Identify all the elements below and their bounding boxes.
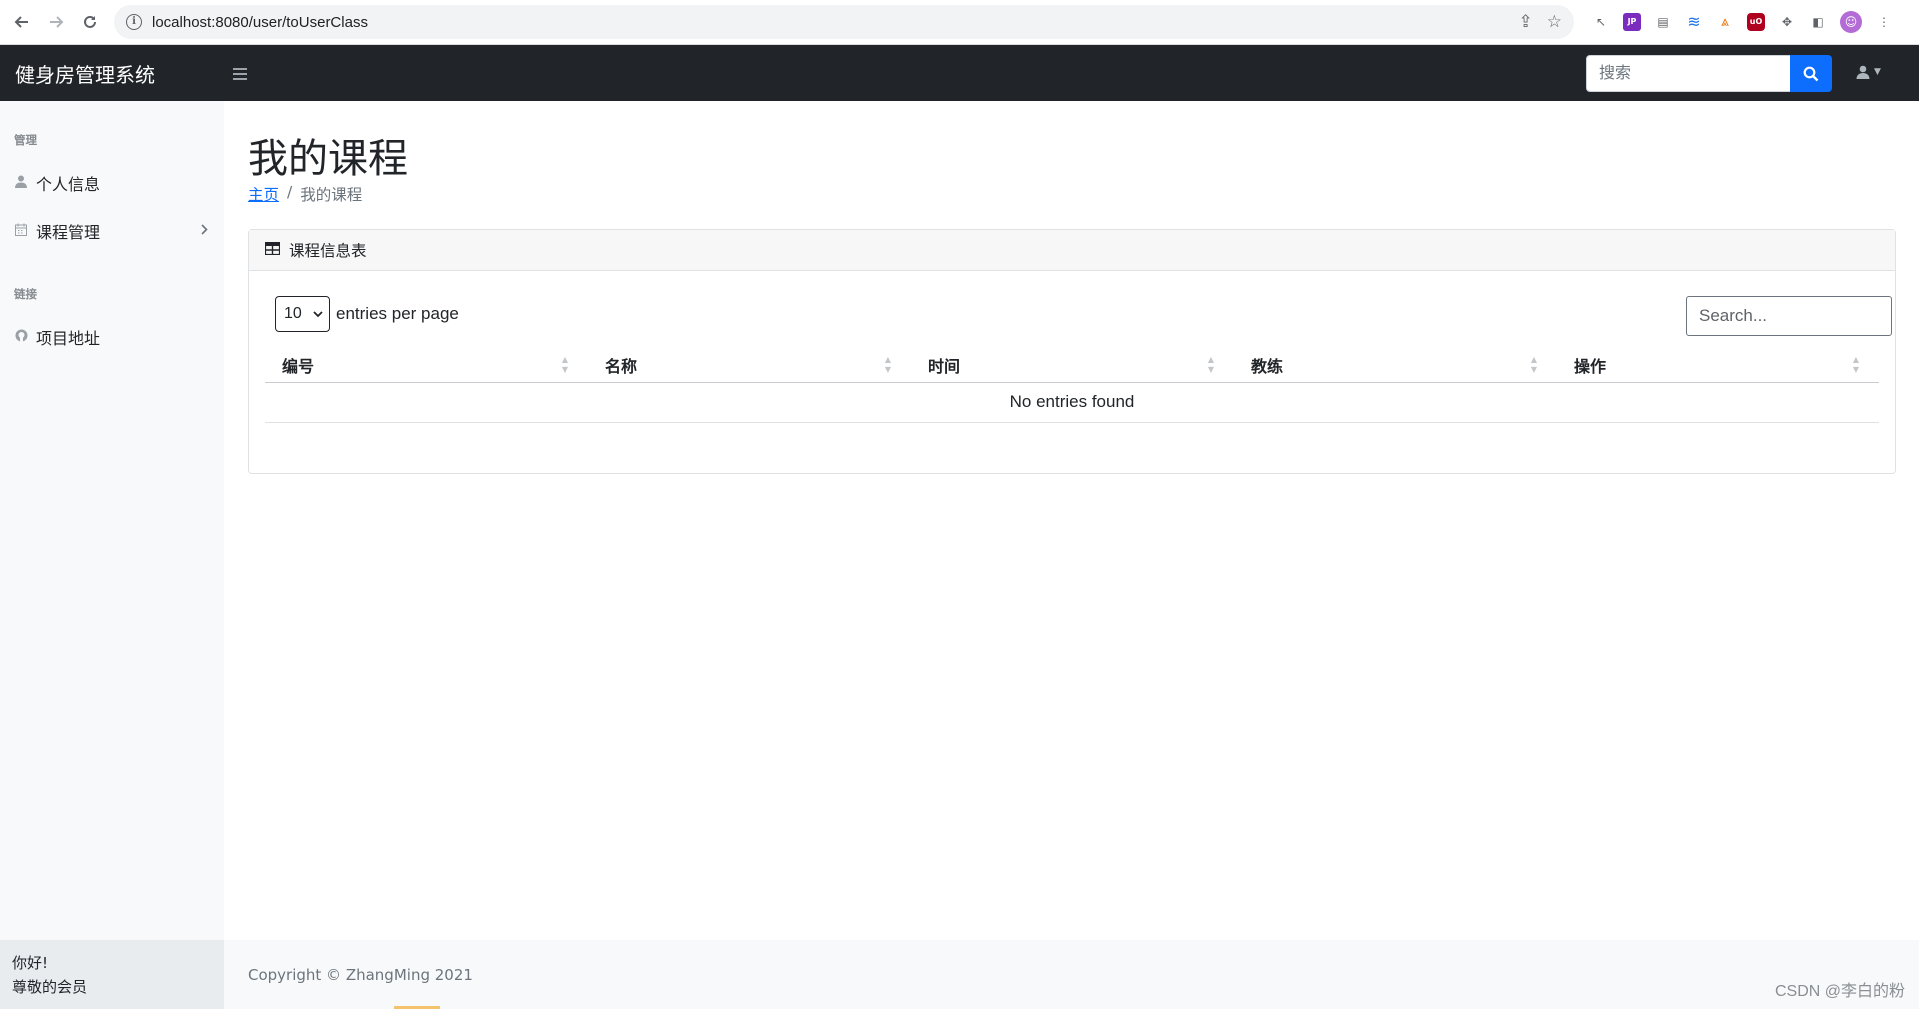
- column-header-time[interactable]: 时间 ▲ ▼: [911, 348, 1234, 383]
- navbar-search: [1586, 55, 1832, 92]
- breadcrumb-home-link[interactable]: 主页: [248, 183, 279, 205]
- sidebar-item-label: 课程管理: [36, 223, 101, 242]
- jetbrains-extension-icon[interactable]: JP: [1623, 13, 1641, 31]
- sidebar-item-label: 项目地址: [36, 329, 101, 348]
- sidebar-item-project-url[interactable]: 项目地址: [0, 317, 224, 357]
- chevron-right-icon: [201, 223, 208, 239]
- sort-icon: ▲ ▼: [1852, 355, 1859, 374]
- back-button[interactable]: [8, 8, 36, 36]
- entries-per-page-select[interactable]: 10: [275, 296, 330, 332]
- entries-per-page-control: 10 entries per page: [275, 296, 459, 332]
- mountain-extension-icon[interactable]: ⩓: [1716, 13, 1734, 31]
- navbar-search-button[interactable]: [1790, 55, 1832, 92]
- breadcrumb-separator: /: [287, 183, 293, 201]
- sort-icon: ▲ ▼: [1207, 355, 1214, 374]
- watermark: CSDN @李白的粉: [1774, 983, 1905, 1000]
- column-header-actions[interactable]: 操作 ▲ ▼: [1557, 348, 1879, 383]
- profile-avatar-icon[interactable]: ☺: [1840, 11, 1862, 33]
- column-header-label: 教练: [1251, 356, 1284, 376]
- sort-icon: ▲ ▼: [1530, 355, 1537, 374]
- card-header: 课程信息表: [249, 230, 1895, 271]
- column-header-label: 编号: [282, 356, 315, 376]
- page-title: 我的课程: [248, 137, 408, 181]
- table-row-empty: No entries found: [265, 382, 1879, 423]
- course-table: 编号 ▲ ▼ 名称 ▲ ▼ 时间 ▲ ▼ 教练 ▲ ▼ 操作 ▲ ▼ No en…: [265, 348, 1879, 423]
- brand-title[interactable]: 健身房管理系统: [15, 59, 155, 88]
- entries-value: 10: [284, 305, 302, 322]
- card-title: 课程信息表: [289, 242, 367, 260]
- url-text: localhost:8080/user/toUserClass: [152, 13, 368, 31]
- navbar-search-input[interactable]: [1586, 55, 1790, 92]
- caret-down-icon: ▼: [1874, 67, 1881, 77]
- calendar-icon: [14, 223, 28, 240]
- table-search-input[interactable]: [1686, 296, 1892, 336]
- top-navbar: 健身房管理系统 ▼: [0, 45, 1919, 101]
- course-table-card: 课程信息表 10 entries per page 编号 ▲▼ 名称 ▲▼: [248, 229, 1896, 474]
- share-icon[interactable]: ⇪: [1519, 12, 1533, 32]
- kebab-menu-icon[interactable]: ⋮: [1875, 13, 1893, 31]
- user-icon: [14, 175, 28, 192]
- sidebar-footer: 你好! 尊敬的会员: [0, 940, 224, 1009]
- sort-icon: ▲ ▼: [561, 355, 568, 374]
- column-header-label: 时间: [928, 356, 961, 376]
- copyright-text: Copyright © ZhangMing 2021: [248, 965, 473, 984]
- info-icon[interactable]: i: [126, 14, 142, 30]
- sidebar-heading-links: 链接: [14, 287, 37, 301]
- column-header-label: 名称: [605, 356, 638, 376]
- sidebar-item-courses[interactable]: 课程管理: [0, 211, 224, 251]
- reload-icon: [84, 15, 96, 28]
- puzzle-icon[interactable]: ✥: [1778, 13, 1796, 31]
- sidebar-heading-manage: 管理: [14, 133, 37, 147]
- sidebar-toggle-button[interactable]: [233, 61, 247, 85]
- user-icon: [1856, 65, 1870, 79]
- forward-button[interactable]: [42, 8, 70, 36]
- sidebar-item-label: 个人信息: [36, 175, 101, 194]
- hamburger-icon: [233, 68, 247, 80]
- sidepanel-icon[interactable]: ◧: [1809, 13, 1827, 31]
- user-dropdown[interactable]: ▼: [1856, 65, 1881, 79]
- column-header-label: 操作: [1574, 356, 1607, 376]
- sort-icon: ▲ ▼: [884, 355, 891, 374]
- column-header-coach[interactable]: 教练 ▲ ▼: [1234, 348, 1557, 383]
- browser-toolbar: i localhost:8080/user/toUserClass ⇪ ☆ ↖ …: [0, 0, 1919, 45]
- github-icon: [14, 329, 28, 346]
- sidebar-item-profile[interactable]: 个人信息: [0, 163, 224, 203]
- star-icon[interactable]: ☆: [1547, 12, 1562, 32]
- cursor-extension-icon[interactable]: ↖: [1592, 13, 1610, 31]
- store-extension-icon[interactable]: ▤: [1654, 13, 1672, 31]
- column-header-name[interactable]: 名称 ▲ ▼: [588, 348, 911, 383]
- user-role-text: 尊敬的会员: [12, 978, 88, 996]
- main-content: 我的课程 主页 / 我的课程 课程信息表 10 entries per page: [224, 101, 1919, 1009]
- empty-table-message: No entries found: [265, 382, 1879, 423]
- greeting-text: 你好!: [12, 954, 49, 972]
- arrow-right-icon: [50, 16, 64, 28]
- search-icon: [1803, 66, 1819, 81]
- chevron-down-icon: [313, 310, 323, 317]
- arrow-left-icon: [14, 16, 28, 28]
- reload-button[interactable]: [76, 8, 104, 36]
- entries-label: entries per page: [336, 304, 459, 323]
- extensions-tray: ↖ JP ▤ ≋ ⩓ uO ✥ ◧ ☺ ⋮: [1592, 11, 1893, 33]
- stack-extension-icon[interactable]: ≋: [1685, 13, 1703, 31]
- table-icon: [264, 241, 281, 259]
- address-bar[interactable]: i localhost:8080/user/toUserClass ⇪ ☆: [114, 5, 1574, 39]
- breadcrumb: 主页 / 我的课程: [248, 183, 362, 205]
- page-footer: Copyright © ZhangMing 2021: [224, 940, 1919, 1009]
- ublock-extension-icon[interactable]: uO: [1747, 13, 1765, 31]
- breadcrumb-current: 我的课程: [300, 186, 363, 204]
- column-header-id[interactable]: 编号 ▲ ▼: [265, 348, 588, 383]
- sidebar: 管理 个人信息 课程管理 链接 项目地址 你好! 尊敬的会员: [0, 101, 224, 1009]
